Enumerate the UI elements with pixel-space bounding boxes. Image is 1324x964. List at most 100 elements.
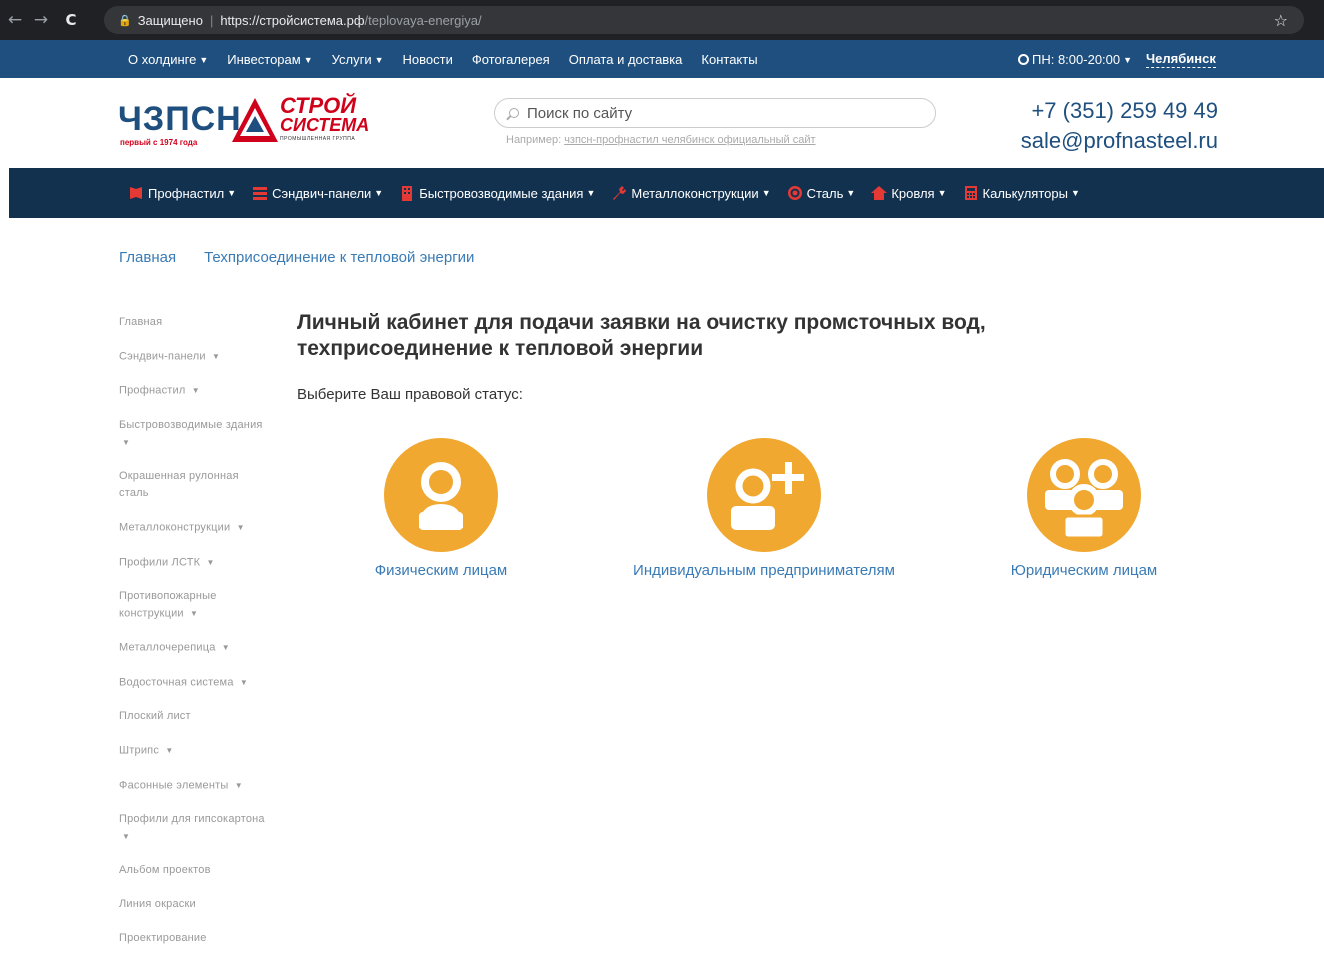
top-nav: О холдинге ▼ Инвесторам ▼ Услуги ▼ Новости … — [128, 40, 777, 78]
mainnav-item-metal[interactable]: Металлоконструкции ▼ — [611, 185, 771, 201]
sidebar-item-label: Водосточная система — [119, 676, 234, 689]
search-example: Например: чзпсн-профнастил челябинск офи… — [506, 134, 816, 146]
search-icon — [509, 108, 519, 118]
topnav-label: О холдинге — [128, 51, 197, 67]
wrench-icon — [613, 186, 627, 200]
sidebar-item-label: Профили ЛСТК — [119, 556, 201, 569]
phone-number[interactable]: +7 (351) 259 49 49 — [1031, 98, 1218, 124]
topnav-item-services[interactable]: Услуги ▼ — [332, 52, 384, 67]
sidebar-item-paint-line[interactable]: Линия окраски — [119, 896, 269, 913]
sidebar-item-strips[interactable]: Штрипс ▼ — [119, 742, 269, 759]
sidebar-item-lstk[interactable]: Профили ЛСТК ▼ — [119, 554, 269, 571]
mainnav-item-steel[interactable]: Сталь ▼ — [787, 185, 856, 201]
topnav-label: Инвесторам — [227, 51, 301, 67]
option-label: Индивидуальным предпринимателям — [633, 562, 895, 579]
sidebar-item-drain[interactable]: Водосточная система ▼ — [119, 674, 269, 691]
logo-sistema-text: СИСТЕМА — [280, 115, 370, 135]
top-right: ПН: 8:00-20:00 ▼ Челябинск — [1018, 40, 1216, 78]
topnav-item-payment[interactable]: Оплата и доставка — [569, 52, 683, 67]
option-label: Юридическим лицам — [1010, 562, 1158, 579]
caret-down-icon: ▼ — [165, 746, 174, 756]
topnav-item-gallery[interactable]: Фотогалерея — [472, 52, 550, 67]
hours-label: ПН: 8:00-20:00 — [1032, 51, 1121, 67]
sidebar-item-label: Фасонные элементы — [119, 779, 229, 792]
sidebar-item-sandwich[interactable]: Сэндвич-панели ▼ — [119, 348, 269, 365]
sidebar-item-shaped[interactable]: Фасонные элементы ▼ — [119, 777, 269, 794]
logo-main-text: ЧЗПСН — [118, 100, 242, 138]
sidebar-item-tile[interactable]: Металлочерепица ▼ — [119, 639, 269, 656]
sandwich-icon — [253, 187, 268, 200]
breadcrumb-current[interactable]: Техприсоединение к тепловой энергии — [204, 249, 474, 266]
sidebar-item-metal[interactable]: Металлоконструкции ▼ — [119, 519, 269, 536]
option-legal-entity[interactable]: Юридическим лицам — [934, 438, 1234, 579]
sidebar-item-home[interactable]: Главная — [119, 314, 269, 331]
sidebar-item-label: Окрашенная рулонная сталь — [119, 470, 239, 500]
browser-toolbar: ← → C 🔒 Защищено | https://стройсистема.… — [0, 0, 1324, 40]
hours-dropdown[interactable]: ПН: 8:00-20:00 ▼ — [1018, 52, 1132, 67]
person-icon — [384, 438, 498, 552]
main-nav: Профнастил ▼ Сэндвич-панели ▼ Быстровозвод… — [9, 168, 1324, 218]
person-add-icon — [707, 438, 821, 552]
secure-label: Защищено — [137, 12, 203, 28]
mainnav-label: Сэндвич-панели — [272, 185, 372, 201]
sidebar-item-album[interactable]: Альбом проектов — [119, 862, 269, 879]
topnav-item-news[interactable]: Новости — [403, 52, 453, 67]
search-box — [494, 98, 936, 128]
caret-down-icon: ▼ — [374, 188, 384, 198]
back-icon[interactable]: ← — [4, 10, 26, 30]
sidebar-item-label: Профили для гипсокартона — [119, 813, 265, 826]
sidebar-item-coated-steel[interactable]: Окрашенная рулонная сталь — [119, 468, 269, 502]
reload-icon[interactable]: C — [60, 11, 82, 29]
sidebar-item-buildings[interactable]: Быстровозводимые здания ▼ — [119, 417, 269, 451]
profnastil-icon — [130, 187, 142, 199]
address-bar[interactable]: 🔒 Защищено | https://стройсистема.рф/tep… — [104, 6, 1304, 34]
sidebar-item-profnastil[interactable]: Профнастил ▼ — [119, 382, 269, 399]
page-title: Личный кабинет для подачи заявки на очис… — [297, 311, 986, 360]
sidebar-item-label: Главная — [119, 316, 163, 328]
logo-sub-text: первый с 1974 года — [120, 138, 198, 147]
email-address[interactable]: sale@profnasteel.ru — [1021, 128, 1218, 154]
status-prompt: Выберите Ваш правовой статус: — [297, 386, 523, 403]
mainnav-item-calculators[interactable]: Калькуляторы ▼ — [963, 185, 1080, 201]
topnav-item-investors[interactable]: Инвесторам ▼ — [227, 52, 312, 67]
address-separator: | — [209, 12, 214, 28]
forward-icon[interactable]: → — [30, 10, 52, 30]
search-input[interactable] — [527, 104, 907, 122]
topnav-item-contacts[interactable]: Контакты — [701, 52, 757, 67]
topnav-item-holding[interactable]: О холдинге ▼ — [128, 52, 208, 67]
sidebar-item-label: Профнастил — [119, 384, 186, 397]
caret-down-icon: ▼ — [846, 188, 856, 198]
sidebar-item-label: Альбом проектов — [119, 864, 211, 877]
sidebar-item-flat-sheet[interactable]: Плоский лист — [119, 708, 269, 725]
site-logo[interactable]: ЧЗПСН первый с 1974 года СТРОЙ СИСТЕМА П… — [118, 95, 370, 152]
caret-down-icon: ▼ — [227, 188, 237, 198]
bookmark-star-icon[interactable]: ☆ — [1274, 11, 1288, 30]
mainnav-label: Сталь — [806, 185, 844, 201]
sidebar-item-fire[interactable]: Противопожарные конструкции ▼ — [119, 588, 269, 622]
mainnav-item-profnastil[interactable]: Профнастил ▼ — [128, 185, 236, 201]
caret-down-icon: ▼ — [211, 352, 221, 361]
breadcrumb-home[interactable]: Главная — [119, 249, 176, 266]
group-icon — [1027, 438, 1141, 552]
example-link[interactable]: чзпсн-профнастил челябинск официальный с… — [564, 134, 815, 146]
caret-down-icon: ▼ — [236, 523, 245, 533]
mainnav-item-roof[interactable]: Кровля ▼ — [871, 185, 947, 201]
calculator-icon — [964, 186, 977, 200]
city-selector[interactable]: Челябинск — [1146, 51, 1216, 68]
sidebar-item-label: Противопожарные конструкции — [119, 590, 217, 620]
site-header: ЧЗПСН первый с 1974 года СТРОЙ СИСТЕМА П… — [0, 78, 1324, 168]
mainnav-label: Кровля — [891, 185, 935, 201]
mainnav-item-sandwich[interactable]: Сэндвич-панели ▼ — [252, 185, 383, 201]
sidebar-item-label: Металлочерепица — [119, 641, 216, 654]
caret-down-icon: ▼ — [937, 188, 947, 198]
caret-down-icon: ▼ — [1070, 188, 1080, 198]
caret-down-icon: ▼ — [761, 188, 771, 198]
sidebar-item-design[interactable]: Проектирование — [119, 930, 269, 947]
sidebar-item-drywall[interactable]: Профили для гипсокартона ▼ — [119, 811, 269, 845]
option-label: Физическим лицам — [374, 562, 508, 579]
option-individual[interactable]: Физическим лицам — [291, 438, 591, 579]
building-icon — [402, 186, 413, 201]
option-entrepreneur[interactable]: Индивидуальным предпринимателям — [614, 438, 914, 579]
mainnav-item-buildings[interactable]: Быстровозводимые здания ▼ — [399, 185, 595, 201]
caret-down-icon: ▼ — [190, 609, 199, 619]
